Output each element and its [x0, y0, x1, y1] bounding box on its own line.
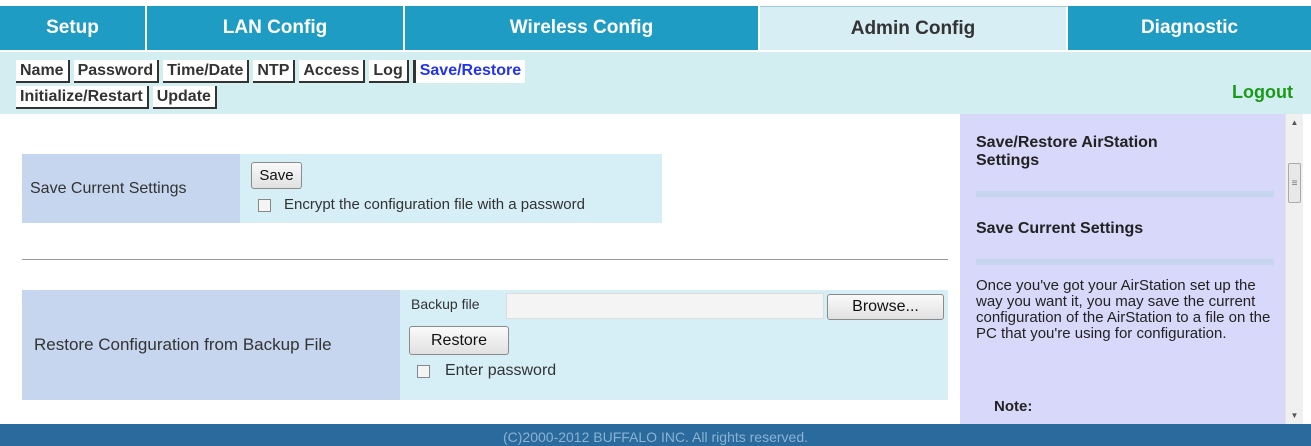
- scroll-up-icon[interactable]: ▲: [1286, 114, 1303, 131]
- save-settings-label: Save Current Settings: [22, 154, 240, 223]
- tab-lan-config[interactable]: LAN Config: [147, 6, 405, 50]
- help-section-heading: Save Current Settings: [976, 220, 1144, 237]
- subnav-save-restore[interactable]: Save/Restore: [412, 60, 526, 83]
- save-settings-panel: Save Current Settings Save Encrypt the c…: [22, 154, 662, 223]
- enter-password-checkbox[interactable]: [417, 365, 430, 378]
- help-scrollbar[interactable]: ▲ ≡ ▼: [1285, 114, 1303, 424]
- subnav-password[interactable]: Password: [73, 60, 160, 83]
- subnav-initialize-restart[interactable]: Initialize/Restart: [16, 86, 149, 109]
- subnav-update[interactable]: Update: [152, 86, 217, 109]
- tab-admin-config[interactable]: Admin Config: [760, 6, 1068, 50]
- footer: (C)2000-2012 BUFFALO INC. All rights res…: [0, 424, 1311, 446]
- encrypt-checkbox[interactable]: [258, 199, 271, 212]
- subnav-access[interactable]: Access: [299, 60, 366, 83]
- scroll-down-icon[interactable]: ▼: [1286, 407, 1303, 424]
- subnav-row-1: Name Password Time/Date NTP Access Log S…: [16, 60, 526, 83]
- help-separator-1: [976, 191, 1274, 197]
- tab-diagnostic[interactable]: Diagnostic: [1068, 6, 1311, 50]
- save-button[interactable]: Save: [251, 162, 302, 189]
- browse-button[interactable]: Browse...: [827, 294, 944, 320]
- help-panel: Save/Restore AirStation Settings Save Cu…: [960, 114, 1285, 424]
- subnav-log[interactable]: Log: [369, 60, 409, 83]
- section-divider: [22, 259, 948, 260]
- enter-password-label: Enter password: [445, 362, 557, 379]
- subnav-row-2: Initialize/Restart Update: [16, 86, 217, 109]
- restore-button[interactable]: Restore: [409, 326, 509, 355]
- help-note-heading: Note:: [994, 398, 1033, 415]
- tab-setup[interactable]: Setup: [0, 6, 147, 50]
- help-paragraph: Once you've got your AirStation set up t…: [976, 277, 1271, 342]
- encrypt-checkbox-label: Encrypt the configuration file with a pa…: [284, 196, 585, 213]
- tab-wireless-config[interactable]: Wireless Config: [405, 6, 760, 50]
- backup-file-input[interactable]: [506, 293, 824, 319]
- main-content: Save Current Settings Save Encrypt the c…: [0, 114, 960, 424]
- subnav-name[interactable]: Name: [16, 60, 70, 83]
- help-separator-2: [976, 259, 1274, 265]
- sub-navigation: Name Password Time/Date NTP Access Log S…: [0, 52, 1311, 114]
- scroll-thumb[interactable]: ≡: [1288, 163, 1301, 203]
- restore-label: Restore Configuration from Backup File: [22, 290, 400, 400]
- help-title: Save/Restore AirStation Settings: [976, 134, 1158, 169]
- subnav-ntp[interactable]: NTP: [253, 60, 296, 83]
- backup-file-label: Backup file: [411, 296, 480, 312]
- restore-panel: Restore Configuration from Backup File B…: [22, 290, 948, 400]
- top-navigation: Setup LAN Config Wireless Config Admin C…: [0, 6, 1311, 52]
- copyright-text: (C)2000-2012 BUFFALO INC. All rights res…: [502, 429, 808, 445]
- logout-link[interactable]: Logout: [1232, 82, 1293, 103]
- subnav-time-date[interactable]: Time/Date: [163, 60, 250, 83]
